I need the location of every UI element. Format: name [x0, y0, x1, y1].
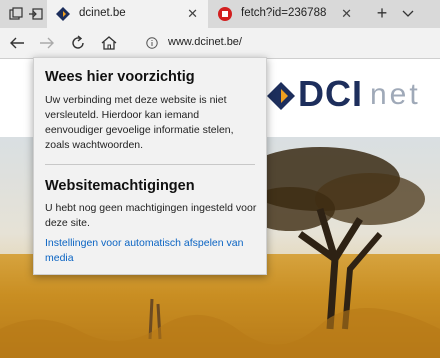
warning-heading: Wees hier voorzichtig [45, 69, 195, 85]
info-icon[interactable] [146, 37, 158, 49]
home-icon[interactable] [100, 34, 118, 52]
divider [45, 164, 255, 165]
stop-favicon-icon [218, 7, 232, 21]
forward-arrow-icon[interactable] [38, 34, 56, 52]
close-icon[interactable]: ✕ [187, 6, 198, 22]
tab-title: fetch?id=236788 [241, 7, 327, 19]
permissions-text: U hebt nog geen machtigingen ingesteld v… [45, 202, 257, 229]
tab-preview-icon[interactable] [8, 6, 24, 22]
dcinet-logo-icon [267, 82, 295, 110]
chevron-down-icon[interactable] [400, 5, 416, 21]
warning-text: Uw verbinding met deze website is niet v… [45, 94, 234, 151]
site-info-flyout: Wees hier voorzichtig Uw verbinding met … [33, 57, 267, 275]
dcinet-favicon-icon [56, 7, 70, 21]
new-tab-button[interactable]: + [373, 3, 391, 23]
logo-suffix: net [370, 78, 421, 111]
refresh-icon[interactable] [69, 34, 87, 52]
tab-bar: dcinet.be ✕ fetch?id=236788 ✕ + [0, 0, 440, 28]
close-icon[interactable]: ✕ [341, 6, 352, 22]
url-text[interactable]: www.dcinet.be/ [168, 36, 242, 48]
tab-fetch[interactable]: fetch?id=236788 ✕ [209, 0, 362, 28]
logo-text: DCI [298, 73, 363, 114]
permissions-heading: Websitemachtigingen [45, 178, 195, 194]
set-tabs-aside-icon[interactable] [28, 6, 44, 22]
tab-title: dcinet.be [79, 7, 126, 19]
back-arrow-icon[interactable] [8, 34, 26, 52]
address-bar[interactable]: www.dcinet.be/ [138, 31, 440, 55]
tab-dcinet[interactable]: dcinet.be ✕ [47, 0, 208, 28]
autoplay-settings-link[interactable]: Instellingen voor automatisch afspelen v… [45, 236, 259, 266]
navigation-bar: www.dcinet.be/ [0, 28, 440, 59]
